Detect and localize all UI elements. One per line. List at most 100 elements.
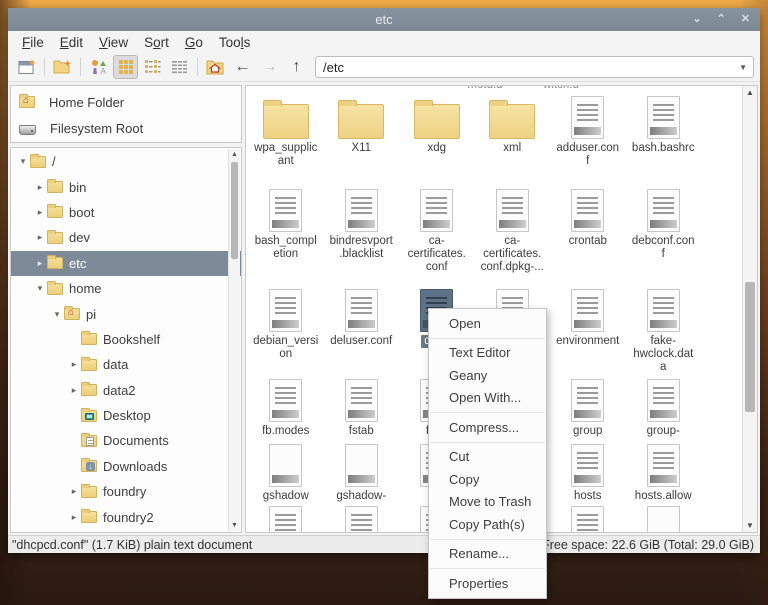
minimize-icon[interactable]: ⌄: [692, 14, 701, 25]
file-item[interactable]: bash.bashrc: [626, 94, 702, 187]
context-menu-item-cut[interactable]: Cut: [429, 446, 546, 469]
file-item[interactable]: [626, 504, 702, 532]
path-input[interactable]: /etc: [323, 60, 737, 75]
file-item[interactable]: fake- hwclock.dat a: [626, 287, 702, 377]
context-menu-item-copy[interactable]: Copy: [429, 468, 546, 491]
tree-item-Bookshelf[interactable]: Bookshelf: [11, 327, 228, 352]
expander-open-icon[interactable]: ▾: [16, 156, 30, 167]
forward-button[interactable]: →: [257, 55, 282, 79]
tree-item-foundry2[interactable]: ▸ foundry2: [11, 504, 228, 529]
expander-open-icon[interactable]: ▾: [33, 283, 47, 294]
path-dropdown-icon[interactable]: ▼: [737, 63, 749, 72]
context-menu-item-geany[interactable]: Geany: [429, 364, 546, 387]
file-item[interactable]: [324, 504, 400, 532]
context-menu-item-copy-path-s[interactable]: Copy Path(s): [429, 513, 546, 536]
menubar-item-view[interactable]: View: [91, 33, 136, 52]
file-item[interactable]: adduser.con f: [550, 94, 626, 187]
tree-scrollbar-thumb[interactable]: [231, 162, 238, 259]
home-button[interactable]: [203, 55, 228, 79]
tree-item-Downloads[interactable]: ↓ Downloads: [11, 454, 228, 479]
file-item[interactable]: [248, 504, 324, 532]
menubar-item-sort[interactable]: Sort: [136, 33, 177, 52]
file-item[interactable]: xml: [475, 94, 551, 187]
file-item[interactable]: ca- certificates. conf: [399, 187, 475, 287]
file-item[interactable]: debian_versi on: [248, 287, 324, 377]
scroll-down-icon[interactable]: ▼: [743, 521, 757, 530]
place-item-filesystem-root[interactable]: Filesystem Root: [11, 115, 241, 141]
file-item[interactable]: crontab: [550, 187, 626, 287]
file-item[interactable]: [550, 504, 626, 532]
tree-item-boot[interactable]: ▸ boot: [11, 200, 228, 225]
titlebar[interactable]: etc ⌄ ⌃ ✕: [8, 8, 760, 31]
file-pane-scrollbar[interactable]: ▲ ▼: [742, 86, 757, 532]
tree-item-foundry[interactable]: ▸ foundry: [11, 479, 228, 504]
expander-closed-icon[interactable]: ▸: [33, 182, 47, 193]
compact-view-button[interactable]: [140, 55, 165, 79]
expander-closed-icon[interactable]: ▸: [33, 207, 47, 218]
scroll-up-icon[interactable]: ▲: [743, 88, 757, 97]
file-item[interactable]: environment: [550, 287, 626, 377]
expander-closed-icon[interactable]: ▸: [67, 512, 81, 523]
expander-open-icon[interactable]: ▾: [50, 309, 64, 320]
file-item[interactable]: group: [550, 377, 626, 442]
context-menu-item-open[interactable]: Open: [429, 312, 546, 335]
menubar-item-go[interactable]: Go: [177, 33, 211, 52]
file-item[interactable]: debconf.con f: [626, 187, 702, 287]
context-menu-item-compress[interactable]: Compress...: [429, 416, 546, 439]
file-item[interactable]: wpa_supplic ant: [248, 94, 324, 187]
expander-closed-icon[interactable]: ▸: [67, 359, 81, 370]
icon-view-button[interactable]: [113, 55, 138, 79]
place-item-home-folder[interactable]: ⌂ Home Folder: [11, 89, 241, 115]
file-item[interactable]: bash_compl etion: [248, 187, 324, 287]
file-item[interactable]: X11: [324, 94, 400, 187]
tree-item-pi[interactable]: ▾ ⌂ pi: [11, 301, 228, 326]
new-tab-button[interactable]: [50, 55, 75, 79]
up-button[interactable]: ↑: [284, 55, 309, 79]
file-item[interactable]: gshadow: [248, 442, 324, 504]
context-menu-item-text-editor[interactable]: Text Editor: [429, 342, 546, 365]
expander-closed-icon[interactable]: ▸: [33, 258, 47, 269]
menubar-item-tools[interactable]: Tools: [211, 33, 259, 52]
file-item[interactable]: deluser.conf: [324, 287, 400, 377]
context-menu-item-rename[interactable]: Rename...: [429, 543, 546, 566]
context-menu-item-open-with[interactable]: Open With...: [429, 387, 546, 410]
file-item[interactable]: fb.modes: [248, 377, 324, 442]
expander-closed-icon[interactable]: ▸: [67, 385, 81, 396]
file-item[interactable]: xdg: [399, 94, 475, 187]
tree-item-root[interactable]: ▾ /: [11, 149, 228, 174]
close-icon[interactable]: ✕: [741, 14, 750, 25]
file-item[interactable]: group-: [626, 377, 702, 442]
context-menu-item-move-to-trash[interactable]: Move to Trash: [429, 491, 546, 514]
file-item[interactable]: hosts: [550, 442, 626, 504]
detailed-list-view-button[interactable]: [167, 55, 192, 79]
status-bar: "dhcpcd.conf" (1.7 KiB) plain text docum…: [8, 535, 760, 553]
expander-closed-icon[interactable]: ▸: [67, 486, 81, 497]
tree-item-etc[interactable]: ▸ etc: [11, 250, 241, 276]
tree-scrollbar[interactable]: ▲ ▼: [228, 149, 240, 531]
thumbnail-view-button[interactable]: A: [86, 55, 111, 79]
expander-closed-icon[interactable]: ▸: [33, 232, 47, 243]
menubar-item-file[interactable]: File: [14, 33, 52, 52]
tree-item-Desktop[interactable]: Desktop: [11, 403, 228, 428]
tree-item-data[interactable]: ▸ data: [11, 352, 228, 377]
scroll-up-icon[interactable]: ▲: [229, 151, 240, 158]
new-window-button[interactable]: [14, 55, 39, 79]
file-scrollbar-thumb[interactable]: [745, 282, 755, 412]
tree-item-bin[interactable]: ▸ bin: [11, 174, 228, 199]
folder-icon: [47, 179, 63, 194]
maximize-icon[interactable]: ⌃: [717, 14, 726, 25]
scroll-down-icon[interactable]: ▼: [229, 522, 240, 529]
context-menu-item-properties[interactable]: Properties: [429, 572, 546, 595]
tree-item-dev[interactable]: ▸ dev: [11, 225, 228, 250]
tree-item-data2[interactable]: ▸ data2: [11, 378, 228, 403]
file-item[interactable]: bindresvport .blacklist: [324, 187, 400, 287]
file-item[interactable]: hosts.allow: [626, 442, 702, 504]
file-item[interactable]: ca- certificates. conf.dpkg-...: [475, 187, 551, 287]
file-item[interactable]: gshadow-: [324, 442, 400, 504]
tree-item-Documents[interactable]: Documents: [11, 428, 228, 453]
tree-item-home[interactable]: ▾ home: [11, 276, 228, 301]
menubar-item-edit[interactable]: Edit: [52, 33, 91, 52]
file-item[interactable]: fstab: [324, 377, 400, 442]
path-bar[interactable]: /etc ▼: [315, 56, 754, 78]
back-button[interactable]: ←: [230, 55, 255, 79]
